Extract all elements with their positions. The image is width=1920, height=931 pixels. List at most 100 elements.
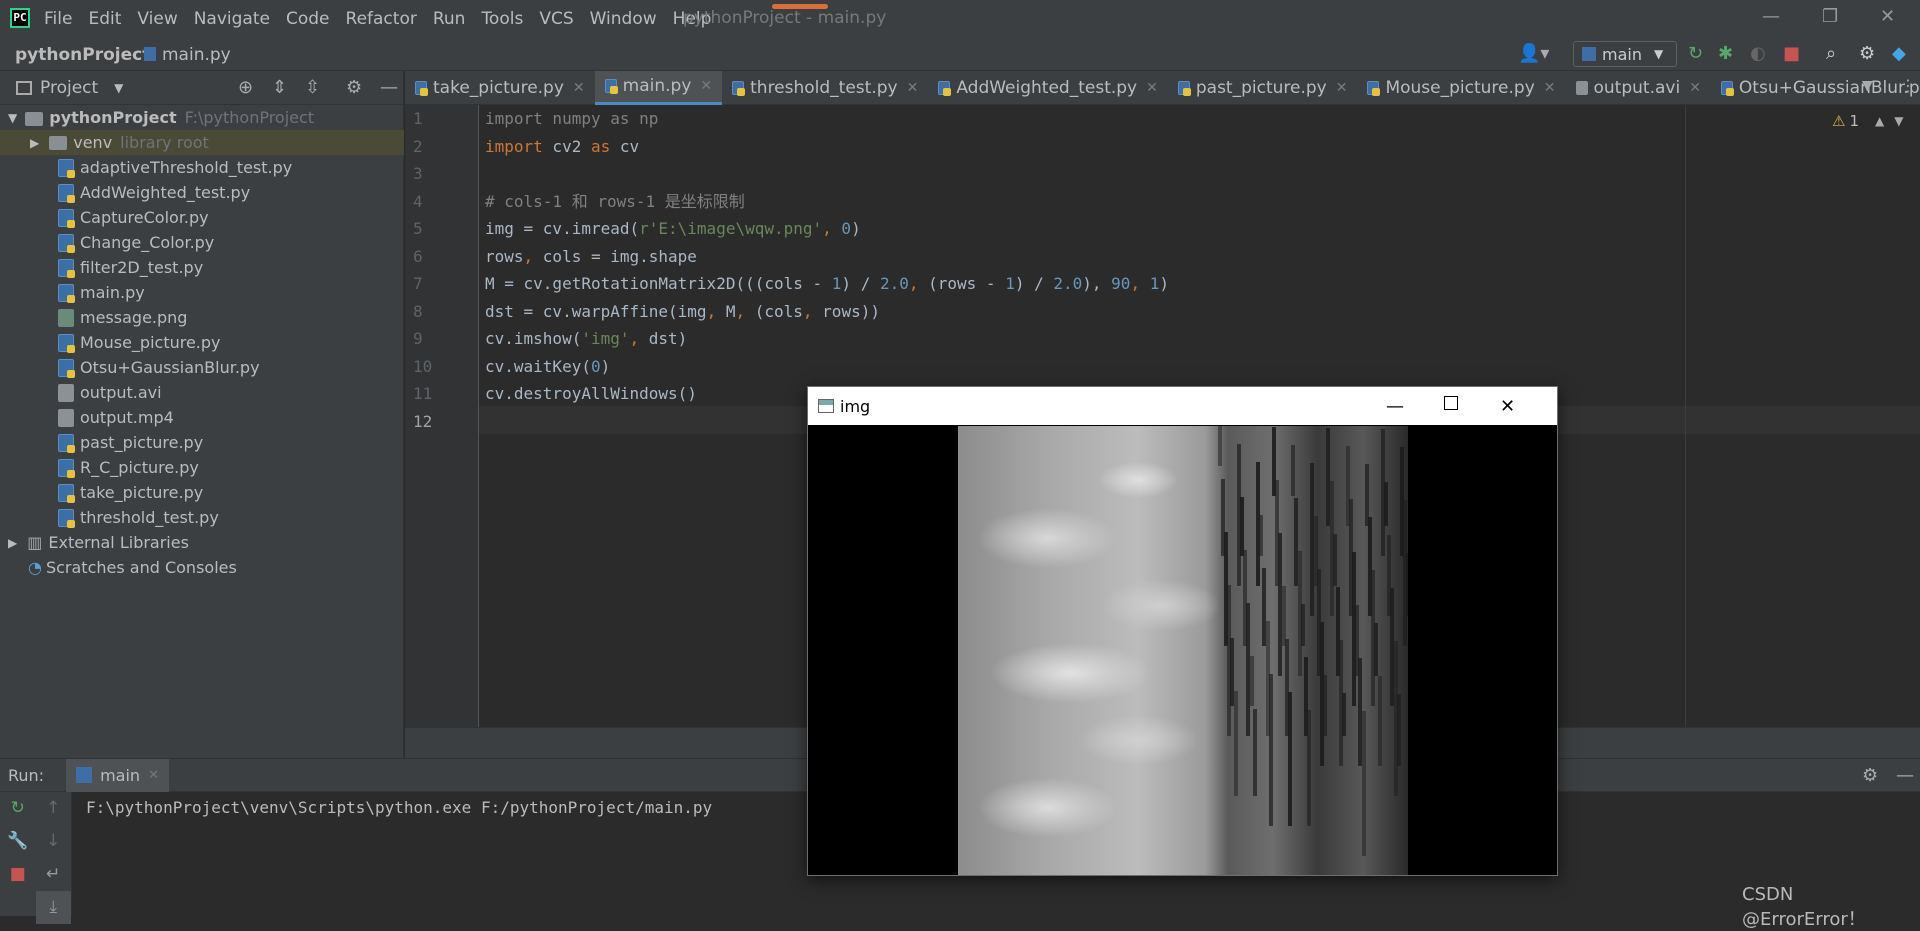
tree-item-venv[interactable]: ▶ venv library root — [0, 130, 404, 155]
warning-indicator[interactable]: ⚠ 1 ▲ ▼ — [1832, 112, 1903, 130]
editor-tab[interactable]: AddWeighted_test.py ✕ — [928, 71, 1168, 105]
close-tab-icon[interactable]: ✕ — [1544, 80, 1556, 96]
close-tab-icon[interactable]: ✕ — [1146, 80, 1158, 96]
close-tab-icon[interactable]: ✕ — [1336, 80, 1348, 96]
tree-item-file[interactable]: output.avi — [0, 380, 404, 405]
toolbox-icon[interactable]: ◆ — [1892, 43, 1906, 64]
close-tab-icon[interactable]: ✕ — [907, 80, 919, 96]
editor-tab[interactable]: main.py ✕ — [594, 70, 723, 105]
close-tab-icon[interactable]: ✕ — [1689, 80, 1701, 96]
editor-tab[interactable]: past_picture.py ✕ — [1168, 71, 1358, 105]
arrow-up-icon[interactable]: ↑ — [36, 792, 72, 825]
editor-tab[interactable]: output.avi ✕ — [1566, 71, 1711, 105]
run-tab-main[interactable]: main ✕ — [66, 758, 169, 792]
building-shape — [1307, 710, 1311, 826]
image-window-titlebar[interactable]: img — ✕ — [808, 387, 1557, 425]
menu-run[interactable]: Run — [433, 9, 466, 29]
menu-view[interactable]: View — [137, 9, 177, 29]
search-icon[interactable]: ⌕ — [1826, 43, 1836, 64]
maximize-icon[interactable] — [1444, 396, 1458, 410]
tree-item-file[interactable]: AddWeighted_test.py — [0, 180, 404, 205]
menu-navigate[interactable]: Navigate — [194, 9, 270, 29]
tree-item-file[interactable]: Change_Color.py — [0, 230, 404, 255]
hide-icon[interactable]: — — [1896, 765, 1914, 786]
menu-file[interactable]: File — [44, 9, 72, 29]
scroll-to-end-icon[interactable]: ⤓ — [35, 891, 71, 924]
editor-tab[interactable]: threshold_test.py ✕ — [722, 71, 928, 105]
minimize-icon[interactable]: — — [1386, 396, 1404, 417]
collapse-all-icon[interactable]: ⇳ — [305, 77, 320, 98]
tree-item-file[interactable]: past_picture.py — [0, 430, 404, 455]
rerun-icon[interactable]: ↻ — [1688, 43, 1703, 64]
tree-item-file[interactable]: filter2D_test.py — [0, 255, 404, 280]
tree-item-scratches[interactable]: ◔ Scratches and Consoles — [0, 555, 404, 580]
menu-edit[interactable]: Edit — [88, 9, 121, 29]
tree-item-file[interactable]: adaptiveThreshold_test.py — [0, 155, 404, 180]
tree-item-file[interactable]: Mouse_picture.py — [0, 330, 404, 355]
building-shape — [1269, 674, 1273, 826]
tree-item-file[interactable]: take_picture.py — [0, 480, 404, 505]
image-window[interactable]: img — ✕ — [807, 386, 1558, 876]
close-tab-icon[interactable]: ✕ — [573, 80, 585, 96]
file-icon — [58, 383, 74, 402]
menu-vcs[interactable]: VCS — [539, 9, 573, 29]
editor-tab[interactable]: take_picture.py ✕ — [405, 71, 595, 105]
hide-icon[interactable]: — — [380, 77, 398, 98]
tree-item-label: main.py — [80, 283, 145, 302]
tree-item-file[interactable]: output.mp4 — [0, 405, 404, 430]
editor-tab[interactable]: Otsu+GaussianBlur.py✕ — [1711, 71, 1920, 105]
tree-item-file[interactable]: R_C_picture.py — [0, 455, 404, 480]
run-config-selector[interactable]: main ▼ — [1573, 41, 1677, 67]
close-window-icon[interactable]: ✕ — [1880, 6, 1895, 27]
soft-wrap-icon[interactable]: ↵ — [36, 858, 72, 891]
close-tab-icon[interactable]: ✕ — [148, 768, 159, 783]
title-bar: PC File Edit View Navigate Code Refactor… — [0, 0, 1920, 37]
close-tab-icon[interactable]: ✕ — [700, 78, 712, 94]
chevron-up-icon[interactable]: ▲ — [1875, 114, 1884, 128]
project-panel-title[interactable]: Project — [40, 78, 98, 98]
python-file-icon — [58, 458, 75, 478]
tree-item-label: threshold_test.py — [80, 508, 219, 527]
menu-tools[interactable]: Tools — [481, 9, 523, 29]
root-name: pythonProject — [49, 108, 177, 127]
tree-item-file[interactable]: threshold_test.py — [0, 505, 404, 530]
python-file-icon — [604, 79, 618, 94]
stop-icon[interactable]: ■ — [1783, 43, 1800, 64]
tab-list-icon[interactable]: ▼ — [1862, 78, 1873, 94]
locate-icon[interactable]: ⊕ — [238, 77, 253, 98]
gear-icon[interactable]: ⚙ — [1862, 765, 1878, 786]
tree-item-file[interactable]: message.png — [0, 305, 404, 330]
image-file-icon — [58, 308, 74, 327]
wrench-icon[interactable]: 🔧 — [0, 825, 36, 858]
breadcrumb-project[interactable]: pythonProject — [15, 45, 150, 65]
stop-icon[interactable]: ■ — [0, 858, 36, 891]
building-shape — [1342, 693, 1346, 736]
tree-item-file[interactable]: Otsu+GaussianBlur.py — [0, 355, 404, 380]
menu-window[interactable]: Window — [590, 9, 657, 29]
coverage-icon[interactable]: ◐ — [1750, 43, 1766, 64]
rerun-icon[interactable]: ↻ — [0, 792, 36, 825]
menu-code[interactable]: Code — [286, 9, 330, 29]
user-icon[interactable]: 👤▾ — [1518, 43, 1549, 64]
more-icon[interactable]: ⋮ — [1900, 76, 1916, 95]
tree-root[interactable]: ▼ pythonProject F:\pythonProject — [0, 105, 404, 130]
tree-item-external-libraries[interactable]: ▶ ▥ External Libraries — [0, 530, 404, 555]
editor-tab[interactable]: Mouse_picture.py ✕ — [1357, 71, 1565, 105]
chevron-down-icon[interactable]: ▼ — [1894, 114, 1903, 128]
close-icon[interactable]: ✕ — [1500, 396, 1515, 417]
building-shape — [1234, 691, 1238, 796]
chevron-down-icon[interactable]: ▼ — [114, 81, 123, 95]
menu-refactor[interactable]: Refactor — [346, 9, 417, 29]
settings-icon[interactable]: ⚙ — [1859, 43, 1875, 64]
debug-icon[interactable]: ✱ — [1718, 43, 1733, 64]
minimize-icon[interactable]: — — [1762, 6, 1780, 27]
breadcrumb-file[interactable]: main.py — [144, 45, 231, 65]
gear-icon[interactable]: ⚙ — [346, 77, 362, 98]
expand-all-icon[interactable]: ⇕ — [272, 77, 287, 98]
restore-icon[interactable]: ❐ — [1822, 6, 1838, 27]
python-file-icon — [58, 433, 75, 453]
tree-item-file[interactable]: main.py — [0, 280, 404, 305]
arrow-down-icon[interactable]: ↓ — [36, 825, 72, 858]
tree-item-file[interactable]: CaptureColor.py — [0, 205, 404, 230]
tab-label: main.py — [622, 76, 692, 96]
